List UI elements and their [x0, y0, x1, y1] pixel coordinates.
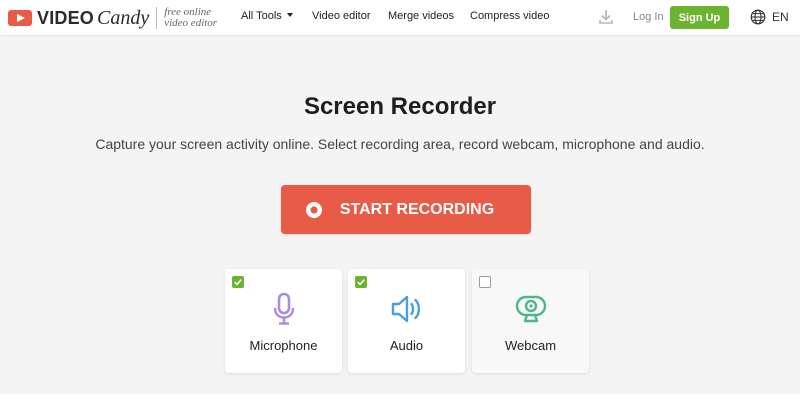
- start-recording-label: START RECORDING: [339, 200, 495, 218]
- nav-all-tools[interactable]: All Tools: [241, 10, 293, 22]
- logo-tagline: free online video editor: [164, 7, 217, 29]
- record-icon: [305, 201, 322, 218]
- language-selector[interactable]: EN: [750, 9, 789, 25]
- nav-compress-video[interactable]: Compress video: [470, 10, 549, 22]
- speaker-icon: [391, 295, 421, 323]
- download-icon[interactable]: [598, 9, 614, 25]
- webcam-icon: [515, 295, 547, 323]
- nav-merge-videos[interactable]: Merge videos: [388, 10, 454, 22]
- play-logo-icon: [8, 10, 32, 26]
- webcam-checkbox[interactable]: [479, 276, 491, 288]
- checkmark-icon: [234, 279, 242, 286]
- logo[interactable]: VIDEO Candy free online video editor: [8, 6, 217, 30]
- logo-text-candy: Candy: [97, 6, 150, 29]
- microphone-checkbox[interactable]: [232, 276, 244, 288]
- logo-divider: [156, 7, 158, 29]
- audio-checkbox[interactable]: [355, 276, 367, 288]
- nav-video-editor[interactable]: Video editor: [312, 10, 371, 22]
- chevron-down-icon: [286, 13, 293, 17]
- option-audio[interactable]: Audio: [348, 269, 465, 373]
- option-webcam[interactable]: Webcam: [472, 269, 589, 373]
- globe-icon: [750, 9, 766, 25]
- tagline-line-2: video editor: [164, 17, 218, 29]
- login-link[interactable]: Log In: [633, 11, 664, 23]
- start-recording-button[interactable]: START RECORDING: [281, 185, 531, 234]
- page-title: Screen Recorder: [303, 93, 497, 120]
- language-label: EN: [772, 10, 789, 24]
- nav-all-tools-label: All Tools: [241, 10, 282, 22]
- logo-text-video: VIDEO: [37, 7, 95, 28]
- microphone-icon: [273, 292, 295, 325]
- signup-button[interactable]: Sign Up: [670, 6, 729, 29]
- webcam-label: Webcam: [504, 338, 557, 353]
- audio-label: Audio: [389, 338, 424, 353]
- option-microphone[interactable]: Microphone: [225, 269, 342, 373]
- top-header: VIDEO Candy free online video editor All…: [0, 0, 800, 36]
- page-subtitle: Capture your screen activity online. Sel…: [95, 136, 705, 152]
- checkmark-icon: [357, 279, 365, 286]
- microphone-label: Microphone: [249, 338, 318, 353]
